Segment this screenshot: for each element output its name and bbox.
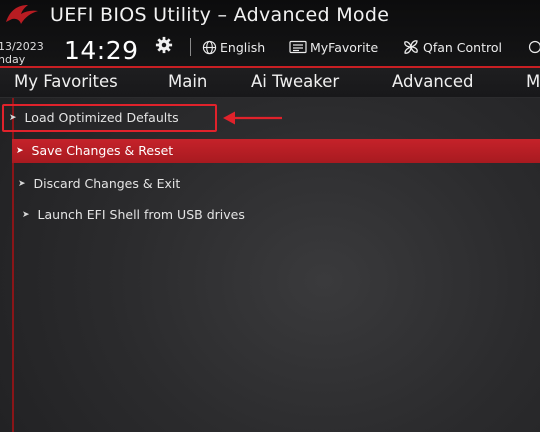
arrow-right-icon: ➤ [16, 145, 24, 156]
tab-main[interactable]: Main [168, 72, 207, 91]
globe-icon [202, 40, 217, 54]
qfan-label: Qfan Control [423, 39, 502, 55]
clock-display: 14:29 [64, 36, 139, 65]
annotation-highlight-box [2, 104, 217, 132]
discard-changes-exit-label: Discard Changes & Exit [33, 176, 181, 191]
fan-icon [404, 40, 418, 54]
rog-logo-icon [6, 5, 38, 24]
myfavorite-icon [289, 40, 307, 54]
tab-monitor[interactable]: M [526, 72, 540, 91]
date-display: 13/2023 [0, 40, 44, 53]
arrow-right-icon: ➤ [22, 209, 30, 220]
header-divider [190, 38, 191, 56]
more-tools-icon[interactable] [528, 38, 540, 56]
more-tools-glyph-icon [528, 40, 540, 54]
language-button[interactable]: English [202, 38, 265, 56]
myfavorite-button[interactable]: MyFavorite [289, 38, 378, 56]
header-bar: UEFI BIOS Utility – Advanced Mode 13/202… [0, 0, 540, 70]
gear-icon[interactable] [155, 36, 173, 54]
discard-changes-exit-item[interactable]: ➤ Discard Changes & Exit [18, 176, 180, 191]
annotation-arrow-icon [223, 111, 282, 125]
bios-screen: UEFI BIOS Utility – Advanced Mode 13/202… [0, 0, 540, 432]
main-menu-bar: My Favorites Main Ai Tweaker Advanced M [0, 68, 540, 98]
window-title: UEFI BIOS Utility – Advanced Mode [50, 4, 390, 26]
launch-efi-shell-label: Launch EFI Shell from USB drives [37, 207, 245, 222]
tab-advanced[interactable]: Advanced [392, 72, 474, 91]
launch-efi-shell-item[interactable]: ➤ Launch EFI Shell from USB drives [22, 207, 245, 222]
day-display: nday [0, 53, 26, 66]
save-changes-reset-item[interactable]: ➤ Save Changes & Reset [16, 143, 173, 158]
language-label: English [220, 39, 266, 55]
arrow-right-icon: ➤ [18, 178, 26, 189]
qfan-control-button[interactable]: Qfan Control [402, 38, 502, 56]
myfavorite-label: MyFavorite [310, 39, 379, 55]
tab-my-favorites[interactable]: My Favorites [14, 72, 118, 91]
tab-ai-tweaker[interactable]: Ai Tweaker [251, 72, 339, 91]
save-changes-reset-label: Save Changes & Reset [31, 143, 174, 158]
